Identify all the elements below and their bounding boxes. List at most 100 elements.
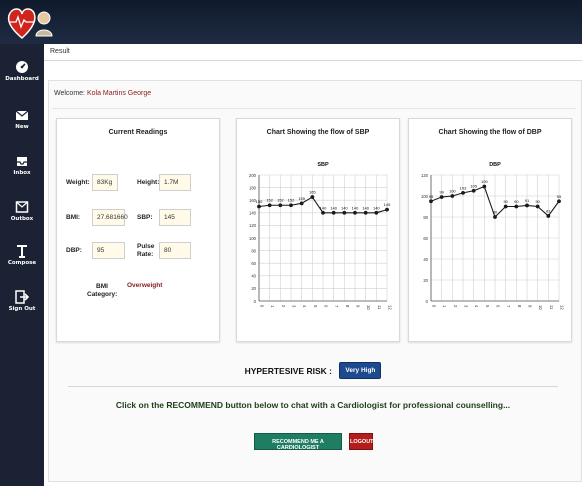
sidebar-item-label: Inbox: [13, 170, 31, 176]
bmi-field: 27.681660: [92, 209, 128, 226]
data-point: [514, 204, 519, 209]
sidebar-item-label: New: [15, 124, 29, 130]
data-label: 152: [288, 198, 295, 203]
bmi-cat-line2: Category:: [87, 291, 118, 298]
card-title: Chart Showing the flow of SBP: [266, 129, 370, 136]
data-label: 99: [439, 190, 444, 195]
x-tick-label: 6: [324, 305, 329, 308]
data-point: [257, 204, 261, 209]
y-tick-label: 60: [251, 261, 256, 266]
height-field: 1.7M: [159, 174, 191, 191]
outbox-icon: [15, 201, 29, 213]
dbp-chart: DBP0204060801001200 1 2 3 4 5 6 7 8 9 10 11 129599 10…: [421, 162, 565, 310]
data-point: [289, 203, 293, 208]
x-tick-label: 3: [292, 305, 297, 308]
x-tick-label: 5: [485, 305, 490, 308]
top-bar: [0, 0, 582, 44]
dbp-label: DBP:: [66, 247, 82, 254]
sidebar-item-sign-out[interactable]: Sign Out: [0, 290, 44, 312]
bmi-cat-line1: BMI: [96, 283, 108, 290]
data-point: [557, 199, 561, 204]
y-tick-label: 80: [423, 215, 428, 220]
data-label: 140: [341, 205, 348, 210]
data-label: 140: [373, 205, 380, 210]
sidebar-item-outbox[interactable]: Outbox: [0, 200, 44, 222]
x-tick-label: 12: [560, 305, 565, 310]
sidebar-item-label: Dashboard: [5, 76, 39, 82]
envelope-icon: [15, 110, 29, 120]
sign-out-icon: [15, 290, 29, 304]
data-point: [278, 203, 283, 208]
hypertensive-risk: HYPERTESIVE RISK : Very High: [44, 362, 582, 380]
data-point: [385, 207, 389, 212]
data-point: [342, 210, 347, 215]
sidebar-item-new[interactable]: New: [0, 108, 44, 130]
x-tick-label: 1: [442, 305, 447, 308]
compose-icon: [17, 245, 27, 258]
x-tick-label: 12: [388, 305, 393, 310]
data-point: [482, 184, 487, 189]
y-tick-label: 120: [249, 223, 257, 228]
bmi-category-value: Overweight: [127, 282, 163, 289]
x-tick-label: 10: [538, 305, 543, 310]
card-title: Current Readings: [108, 129, 168, 136]
data-label: 140: [352, 205, 359, 210]
bmi-label: BMI:: [66, 214, 81, 221]
x-tick-label: 8: [517, 305, 522, 308]
data-point: [363, 210, 368, 215]
height-label: Height:: [137, 179, 160, 186]
sbp-chart-card: Chart Showing the flow of SBP SBP 0 20 40 60…: [236, 118, 400, 342]
y-tick-label: 120: [421, 173, 429, 178]
y-tick-label: 40: [251, 274, 256, 279]
x-tick-label: 11: [549, 305, 554, 310]
data-point: [353, 210, 357, 215]
y-tick-label: 100: [249, 236, 257, 241]
logout-button[interactable]: LOGOUT: [349, 433, 374, 450]
divider: [52, 108, 576, 109]
weight-field: 83Kg: [92, 174, 118, 191]
data-label: 145: [384, 202, 391, 207]
y-tick-label: 140: [249, 211, 257, 216]
breadcrumb: Result: [50, 48, 70, 55]
y-tick-label: 80: [251, 248, 256, 253]
data-label: 90: [514, 199, 519, 204]
data-point: [471, 188, 476, 193]
divider: [44, 60, 582, 61]
data-point: [525, 203, 529, 208]
y-tick-label: 180: [249, 185, 257, 190]
data-label: 165: [309, 190, 316, 195]
data-label: 95: [429, 194, 434, 199]
current-readings-card: Current Readings Weight: 83Kg Height: 1.…: [56, 118, 220, 342]
recommend-cardiologist-button[interactable]: RECOMMEND ME A CARDIOLOGIST: [254, 433, 342, 451]
y-tick-label: 40: [423, 257, 428, 262]
weight-label: Weight:: [66, 179, 90, 186]
chart-title: SBP: [317, 162, 329, 168]
data-label: 152: [266, 198, 273, 203]
y-tick-label: 20: [423, 278, 428, 283]
recommend-advice-text: Click on the RECOMMEND button below to c…: [115, 400, 511, 410]
dashboard-icon: [16, 61, 28, 73]
data-label: 91: [525, 198, 530, 203]
x-tick-label: 1: [270, 305, 275, 308]
data-label: 80: [493, 210, 498, 215]
sidebar-item-inbox[interactable]: Inbox: [0, 154, 44, 176]
data-label: 155: [298, 196, 305, 201]
pulse-label-line2: Rate:: [137, 251, 154, 258]
y-tick-label: 100: [421, 194, 429, 199]
data-point: [535, 204, 540, 209]
dbp-chart-card: Chart Showing the flow of DBP DBP 0 20 40 60…: [408, 118, 572, 342]
sidebar-item-compose[interactable]: Compose: [0, 244, 44, 266]
data-point: [450, 194, 455, 198]
data-point: [299, 201, 304, 206]
x-tick-label: 3: [464, 305, 469, 308]
sidebar-item-dashboard[interactable]: Dashboard: [0, 60, 44, 82]
data-label: 100: [449, 189, 456, 194]
data-label: 105: [470, 183, 477, 188]
data-point: [546, 214, 551, 218]
y-tick-label: 200: [249, 173, 257, 178]
data-point: [331, 210, 336, 215]
sbp-field: 145: [159, 209, 191, 226]
data-point: [493, 215, 497, 219]
data-point: [374, 210, 379, 215]
x-tick-label: 4: [474, 305, 479, 308]
